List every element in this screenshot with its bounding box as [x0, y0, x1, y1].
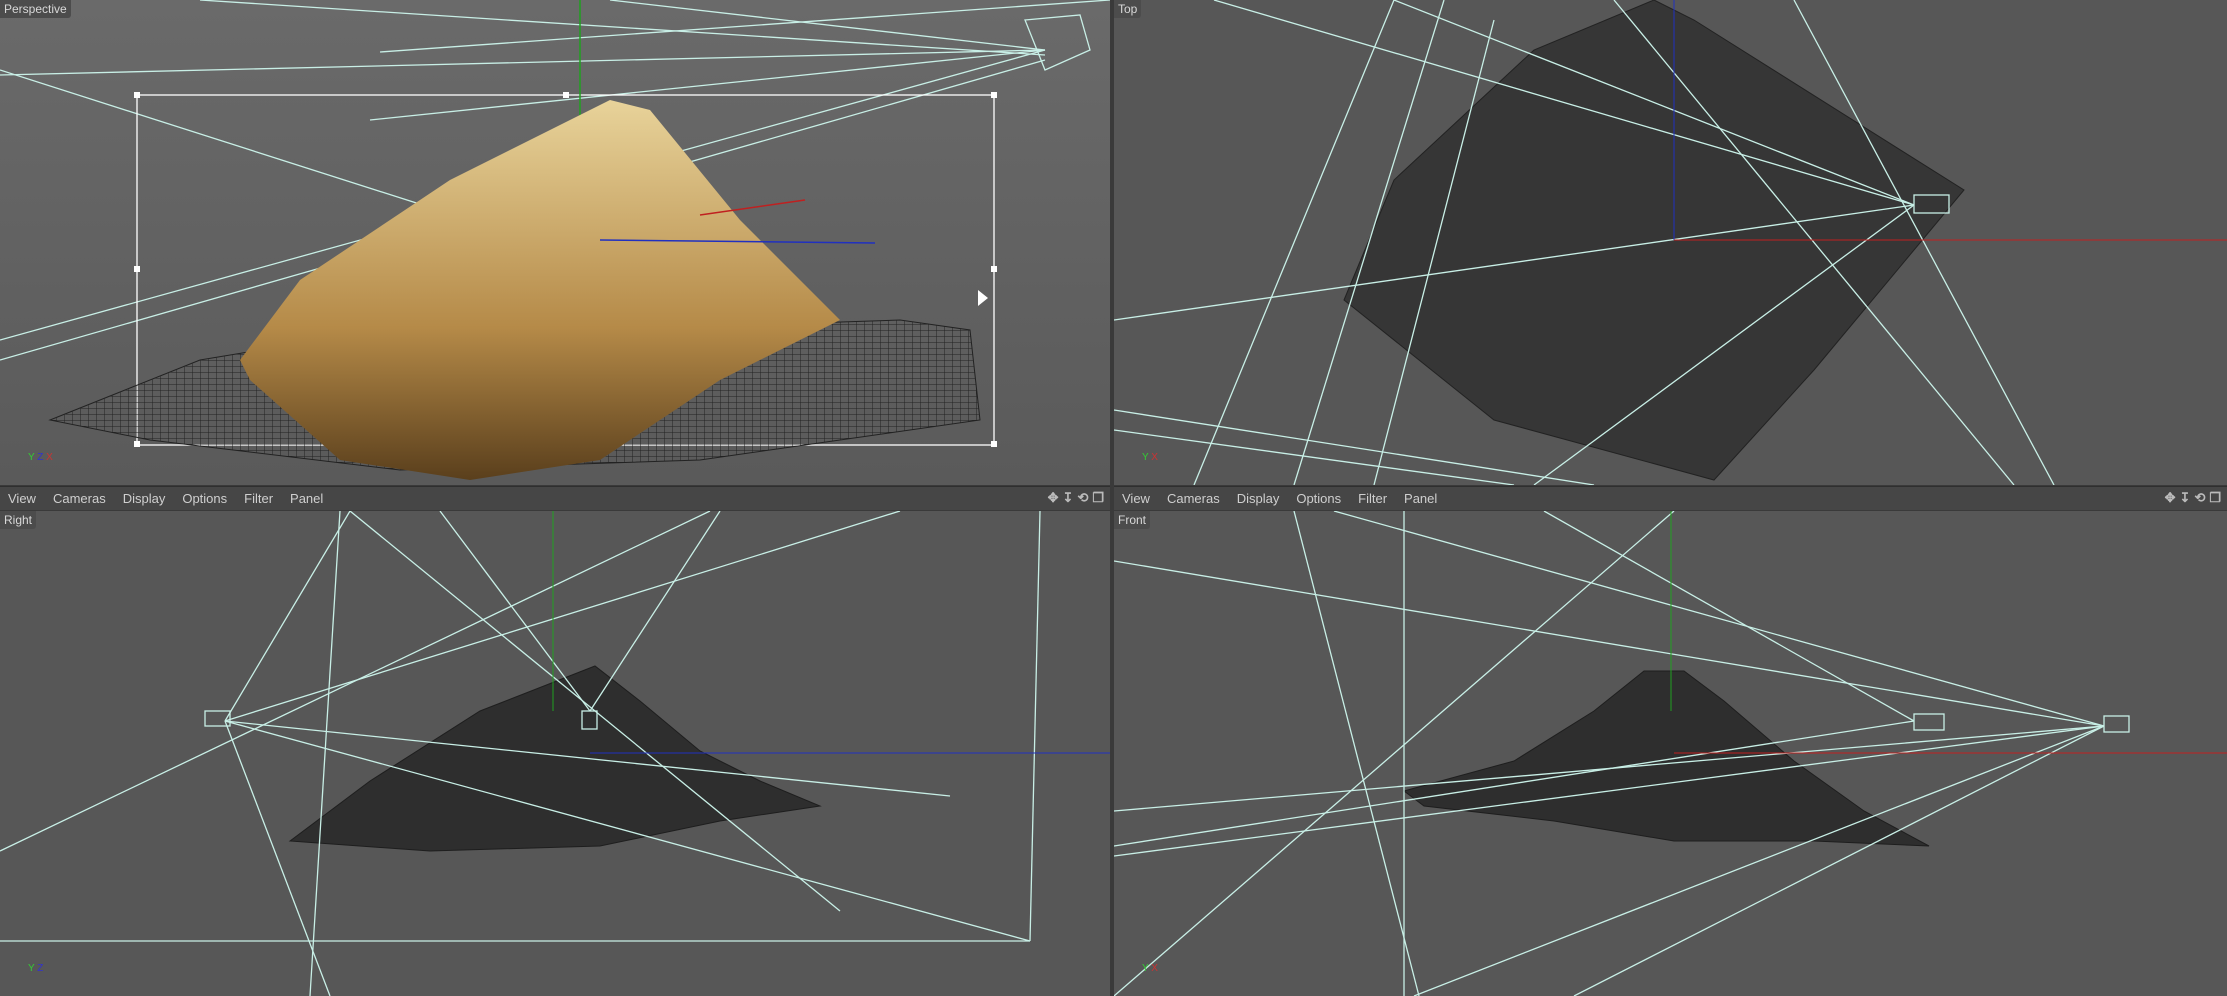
rotate-icon[interactable]: ⟲	[1077, 490, 1088, 506]
axis-indicator: Y X	[1142, 963, 1158, 974]
axis-indicator: Y Z X	[28, 452, 53, 463]
menubar-right: View Cameras Display Options Filter Panel ✥ ↧ ⟲…	[1114, 486, 2227, 510]
menu-cameras[interactable]: Cameras	[53, 491, 106, 506]
viewport-label: Perspective	[0, 0, 71, 18]
right-scene	[0, 511, 1110, 996]
viewport-top[interactable]: Top Y X	[1114, 0, 2227, 485]
menu-filter[interactable]: Filter	[1358, 491, 1387, 506]
viewport-perspective[interactable]: Perspective Y Z X	[0, 0, 1110, 485]
viewport-right[interactable]: Right Y Z	[0, 511, 1110, 996]
perspective-scene	[0, 0, 1110, 480]
rotate-icon[interactable]: ⟲	[2194, 490, 2205, 506]
viewport-label: Top	[1114, 0, 1142, 18]
maximize-icon[interactable]: ❐	[1092, 490, 1104, 506]
axis-indicator: Y Z	[28, 963, 44, 974]
menu-panel[interactable]: Panel	[1404, 491, 1437, 506]
menu-filter[interactable]: Filter	[244, 491, 273, 506]
menu-view[interactable]: View	[1122, 491, 1150, 506]
viewport-front[interactable]: Front Y X	[1114, 511, 2227, 996]
zoom-icon[interactable]: ↧	[2180, 490, 2191, 506]
front-scene	[1114, 511, 2227, 996]
menu-display[interactable]: Display	[123, 491, 166, 506]
move-icon[interactable]: ✥	[1048, 490, 1059, 506]
menu-cameras[interactable]: Cameras	[1167, 491, 1220, 506]
viewport-label: Right	[0, 511, 37, 529]
top-scene	[1114, 0, 2227, 485]
zoom-icon[interactable]: ↧	[1063, 490, 1074, 506]
move-icon[interactable]: ✥	[2165, 490, 2176, 506]
axis-indicator: Y X	[1142, 452, 1158, 463]
menubar-left: View Cameras Display Options Filter Panel ✥ ↧ ⟲…	[0, 486, 1110, 510]
menu-options[interactable]: Options	[182, 491, 227, 506]
maximize-icon[interactable]: ❐	[2209, 490, 2221, 506]
menu-panel[interactable]: Panel	[290, 491, 323, 506]
menu-view[interactable]: View	[8, 491, 36, 506]
viewport-label: Front	[1114, 511, 1151, 529]
menu-options[interactable]: Options	[1296, 491, 1341, 506]
menu-display[interactable]: Display	[1237, 491, 1280, 506]
